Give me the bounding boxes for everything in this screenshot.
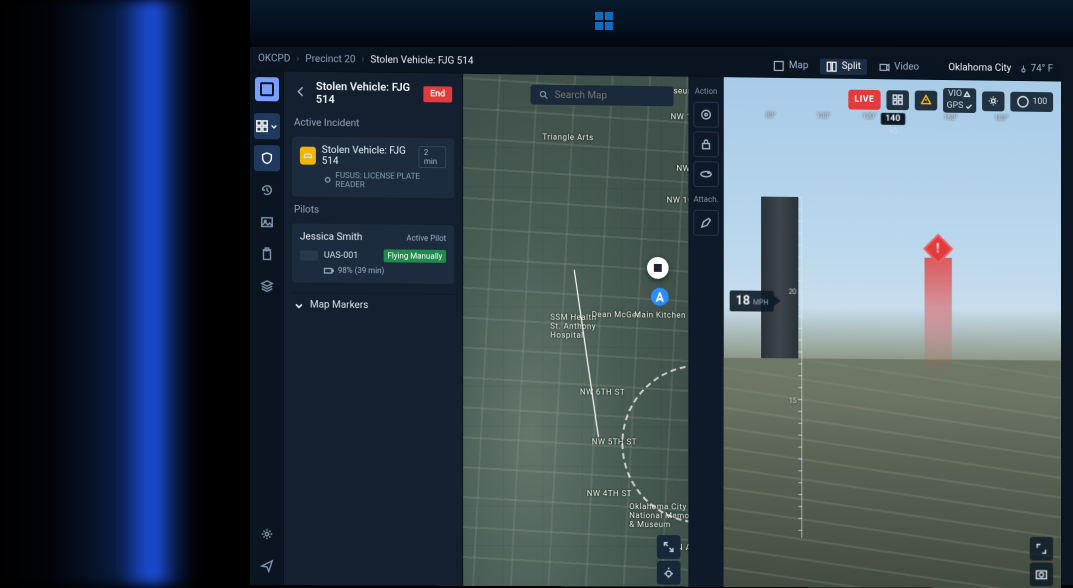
- video-capture-button[interactable]: [1030, 563, 1053, 587]
- city-name: Oklahoma City: [948, 62, 1011, 74]
- crumb-precinct[interactable]: Precinct 20: [305, 54, 355, 66]
- battery-row: 98% (39 min): [324, 266, 446, 276]
- map-search[interactable]: [530, 85, 673, 107]
- crumb-incident[interactable]: Stolen Vehicle: FJG 514: [370, 55, 473, 67]
- attach-pen-button[interactable]: [693, 210, 719, 236]
- rail-settings[interactable]: [253, 521, 279, 547]
- alert-marker[interactable]: !: [925, 238, 952, 377]
- section-active-incident: Active Incident: [284, 113, 462, 134]
- street-label: Triangle Arts: [542, 133, 593, 143]
- incident-title: Stolen Vehicle: FJG 514: [322, 145, 413, 168]
- rail-send[interactable]: [253, 553, 279, 579]
- rail-clipboard[interactable]: [253, 241, 279, 267]
- action-target-button[interactable]: [693, 102, 719, 128]
- view-video-button[interactable]: Video: [873, 59, 925, 76]
- compass-strip: 80° 100° 120° 160° 180° 140 90: [724, 111, 1061, 135]
- street-label: NW 13TH ST: [671, 112, 689, 122]
- drone-icon: [300, 250, 318, 260]
- speed-indicator: 18 MPH: [730, 290, 775, 311]
- pilot-card[interactable]: Jessica Smith Active Pilot UAS-001 Flyin…: [292, 223, 454, 283]
- pilot-role: Active Pilot: [406, 234, 446, 243]
- incident-panel: Stolen Vehicle: FJG 514 End Active Incid…: [284, 71, 463, 585]
- temperature: 74° F: [1019, 63, 1053, 74]
- actionbar-action-label: Action: [695, 87, 718, 96]
- video-expand-button[interactable]: [1030, 537, 1053, 561]
- telemetry-bar: LIVE VIO GPS 100: [849, 87, 1054, 114]
- uas-id: UAS-001: [324, 250, 358, 260]
- signal-warning[interactable]: [914, 90, 936, 110]
- crumb-org[interactable]: OKCPD: [258, 53, 290, 64]
- search-icon: [538, 89, 548, 101]
- map-locate-button[interactable]: [657, 561, 681, 585]
- heading-value: 140: [880, 113, 905, 125]
- rail-shield[interactable]: [253, 145, 279, 171]
- action-bar: Action Attach.: [688, 77, 723, 587]
- windows-logo-icon: [595, 12, 615, 32]
- street-label: NW 4TH ST: [587, 489, 632, 498]
- search-input[interactable]: [555, 89, 666, 101]
- live-badge: LIVE: [849, 89, 881, 109]
- altitude-scale: 20 15: [781, 197, 803, 538]
- alert-beam: [925, 258, 952, 377]
- map-expand-button[interactable]: [657, 535, 681, 559]
- action-lock-button[interactable]: [693, 131, 719, 157]
- pilot-name: Jessica Smith: [300, 232, 362, 244]
- street-label: NW 11TH ST: [677, 164, 689, 173]
- heading-marker[interactable]: [651, 288, 669, 306]
- back-button[interactable]: [294, 84, 308, 101]
- street-label: NW 6TH ST: [580, 387, 625, 396]
- ground: [724, 358, 1061, 588]
- rail-history[interactable]: [253, 177, 279, 203]
- nav-rail: [250, 71, 284, 585]
- grid-toggle[interactable]: [886, 90, 908, 110]
- rail-dashboard[interactable]: [253, 113, 279, 139]
- action-orbit-button[interactable]: [693, 161, 719, 187]
- breadcrumb: OKCPD › Precinct 20 › Stolen Vehicle: FJ…: [258, 53, 473, 67]
- drone-marker[interactable]: [647, 257, 669, 279]
- battery-indicator: 100: [1010, 91, 1053, 111]
- flight-mode-badge: Flying Manually: [383, 249, 446, 263]
- incident-card[interactable]: Stolen Vehicle: FJG 514 2 min FUSUS: LIC…: [292, 136, 454, 198]
- street-label: Main Kitchen: [634, 310, 686, 319]
- incident-age: 2 min: [419, 146, 446, 168]
- drone-video-view[interactable]: ! LIVE VIO GPS 100 80°: [724, 77, 1061, 588]
- rail-layers[interactable]: [253, 273, 279, 299]
- view-split-button[interactable]: Split: [820, 58, 867, 74]
- brightness-toggle[interactable]: [982, 91, 1004, 111]
- incident-source: FUSUS: LICENSE PLATE READER: [324, 171, 446, 190]
- speed-caret-icon: [773, 295, 781, 307]
- section-pilots: Pilots: [284, 200, 462, 221]
- heading-sub: 90: [888, 127, 897, 136]
- map-markers-expander[interactable]: Map Markers: [292, 292, 454, 317]
- end-button[interactable]: End: [423, 86, 452, 102]
- vehicle-icon: [300, 147, 316, 165]
- rail-image[interactable]: [253, 209, 279, 235]
- map-view[interactable]: Parkharvest Museum NW 13TH ST Triangle A…: [463, 74, 688, 587]
- app-logo-icon: [254, 77, 278, 101]
- vio-gps-indicator[interactable]: VIO GPS: [943, 88, 976, 113]
- view-map-button[interactable]: Map: [767, 57, 814, 73]
- street-label: NW 10TH ST: [667, 196, 689, 205]
- actionbar-attach-label: Attach.: [694, 195, 719, 204]
- panel-title: Stolen Vehicle: FJG 514: [316, 80, 415, 107]
